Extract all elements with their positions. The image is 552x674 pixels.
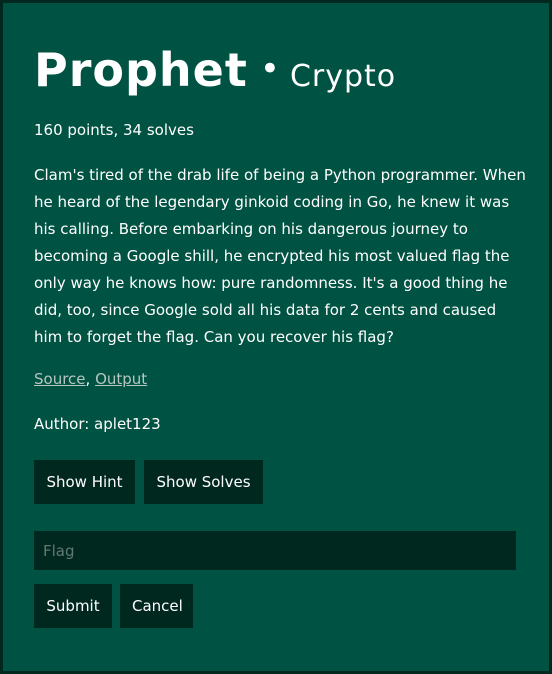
output-link[interactable]: Output [95, 370, 147, 388]
challenge-links: Source, Output [34, 370, 147, 388]
challenge-title: Prophet • Crypto [34, 43, 396, 97]
link-separator: , [85, 370, 96, 388]
challenge-card: Prophet • Crypto 160 points, 34 solves Cla… [3, 3, 549, 671]
flag-input[interactable] [34, 531, 516, 570]
challenge-meta: 160 points, 34 solves [34, 121, 194, 139]
cancel-button[interactable]: Cancel [120, 584, 193, 628]
show-hint-button[interactable]: Show Hint [34, 460, 135, 504]
challenge-name: Prophet [34, 43, 248, 97]
challenge-description: Clam's tired of the drab life of being a… [34, 166, 526, 346]
source-link[interactable]: Source [34, 370, 86, 388]
challenge-author: Author: aplet123 [34, 415, 161, 433]
title-separator-dot: • [259, 49, 280, 89]
show-solves-button[interactable]: Show Solves [144, 460, 263, 504]
submit-button[interactable]: Submit [34, 584, 112, 628]
challenge-category: Crypto [289, 59, 397, 94]
